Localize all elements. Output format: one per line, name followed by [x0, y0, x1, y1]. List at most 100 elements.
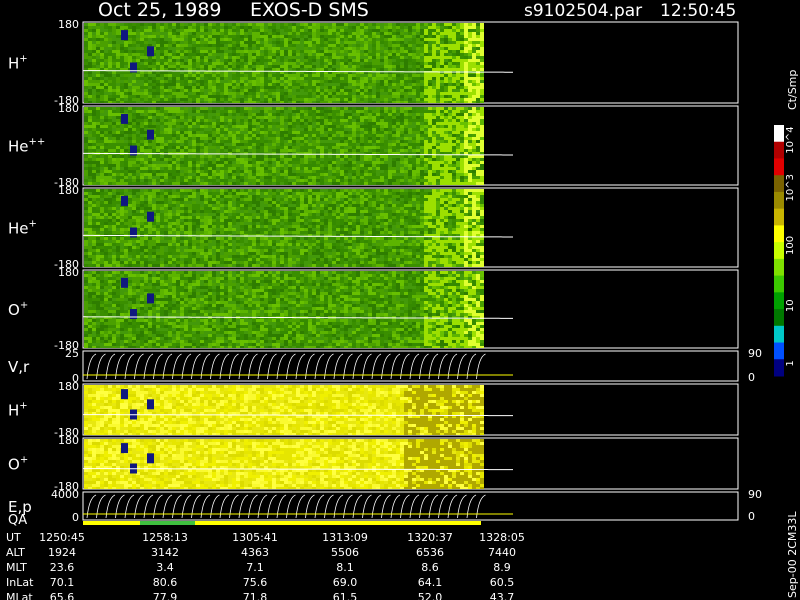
heatmap-cell [404, 131, 408, 134]
heatmap-cell [376, 32, 380, 35]
heatmap-cell [84, 122, 88, 125]
heatmap-cell [128, 47, 132, 50]
heatmap-cell [224, 131, 228, 134]
heatmap-cell [144, 41, 148, 44]
heatmap-cell [284, 98, 288, 101]
heatmap-cell [160, 65, 164, 68]
heatmap-cell [160, 62, 164, 65]
heatmap-cell [388, 155, 392, 158]
heatmap-cell [96, 41, 100, 44]
heatmap-cell [468, 47, 472, 50]
heatmap-cell [192, 131, 196, 134]
heatmap-cell [112, 50, 116, 53]
heatmap-cell [320, 182, 324, 185]
heatmap-cell [180, 173, 184, 176]
heatmap-cell [104, 101, 108, 103]
heatmap-cell [96, 86, 100, 89]
heatmap-cell [256, 59, 260, 62]
heatmap-cell [256, 170, 260, 173]
heatmap-cell [352, 29, 356, 32]
heatmap-cell [92, 98, 96, 101]
heatmap-cell [200, 47, 204, 50]
heatmap-cell [336, 29, 340, 32]
heatmap-cell [232, 128, 236, 131]
heatmap-cell [316, 98, 320, 101]
heatmap-cell [124, 107, 128, 110]
heatmap-cell [312, 101, 316, 103]
heatmap-cell [96, 161, 100, 164]
heatmap-cell [160, 122, 164, 125]
heatmap-cell [340, 62, 344, 65]
heatmap-cell [236, 119, 240, 122]
heatmap-cell [472, 41, 476, 44]
heatmap-cell [408, 149, 412, 152]
heatmap-cell [240, 89, 244, 92]
heatmap-cell [236, 41, 240, 44]
heatmap-cell [296, 161, 300, 164]
heatmap-cell [140, 92, 144, 95]
heatmap-cell [92, 77, 96, 80]
heatmap-cell [156, 86, 160, 89]
heatmap-cell [436, 23, 440, 26]
heatmap-cell [152, 119, 156, 122]
heatmap-cell [236, 98, 240, 101]
heatmap-cell [360, 182, 364, 185]
heatmap-cell [152, 125, 156, 128]
heatmap-cell [84, 74, 88, 77]
heatmap-cell [232, 149, 236, 152]
heatmap-cell [456, 29, 460, 32]
heatmap-cell [332, 95, 336, 98]
heatmap-cell [220, 101, 224, 103]
heatmap-cell [216, 107, 220, 110]
heatmap-cell [248, 77, 252, 80]
heatmap-cell [476, 68, 480, 71]
heatmap-cell [256, 122, 260, 125]
heatmap-cell [412, 92, 416, 95]
heatmap-cell [140, 116, 144, 119]
heatmap-cell [152, 116, 156, 119]
heatmap-cell [372, 50, 376, 53]
heatmap-cell [464, 89, 468, 92]
heatmap-cell [404, 155, 408, 158]
heatmap-cell [392, 68, 396, 71]
heatmap-cell [412, 53, 416, 56]
heatmap-cell [204, 38, 208, 41]
heatmap-cell [244, 161, 248, 164]
heatmap-cell [412, 56, 416, 59]
heatmap-cell [284, 164, 288, 167]
heatmap-cell [368, 161, 372, 164]
heatmap-cell [256, 92, 260, 95]
heatmap-cell [268, 59, 272, 62]
heatmap-cell [396, 41, 400, 44]
heatmap-cell [332, 89, 336, 92]
heatmap-cell [476, 56, 480, 59]
heatmap-cell [328, 77, 332, 80]
heatmap-cell [100, 176, 104, 179]
heatmap-cell [460, 38, 464, 41]
heatmap-cell [400, 143, 404, 146]
heatmap-cell [308, 74, 312, 77]
heatmap-cell [300, 167, 304, 170]
heatmap-cell [160, 53, 164, 56]
heatmap-cell [160, 170, 164, 173]
heatmap-cell [84, 101, 88, 103]
heatmap-cell [156, 101, 160, 103]
heatmap-cell [112, 119, 116, 122]
heatmap-cell [232, 155, 236, 158]
heatmap-cell [108, 80, 112, 83]
heatmap-cell [264, 44, 268, 47]
heatmap-cell [256, 98, 260, 101]
heatmap-cell [356, 62, 360, 65]
heatmap-cell [92, 176, 96, 179]
heatmap-cell [428, 95, 432, 98]
heatmap-cell [92, 32, 96, 35]
heatmap-cell [420, 53, 424, 56]
heatmap-cell [356, 86, 360, 89]
heatmap-cell [164, 44, 168, 47]
heatmap-cell [296, 140, 300, 143]
heatmap-cell [372, 155, 376, 158]
heatmap-cell [108, 158, 112, 161]
heatmap-cell [164, 80, 168, 83]
heatmap-cell [392, 89, 396, 92]
heatmap-cell [92, 167, 96, 170]
